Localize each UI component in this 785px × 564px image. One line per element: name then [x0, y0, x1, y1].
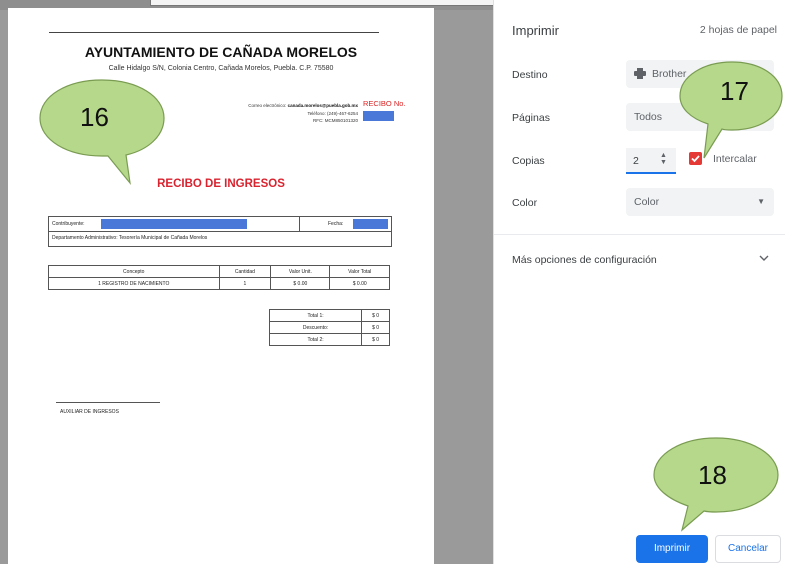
items-header-valor-total: Valor Total	[329, 265, 390, 278]
color-select[interactable]: Color ▼	[626, 188, 774, 216]
totals-label: Total 1:	[268, 309, 363, 322]
contact-phone: Teléfono: (249)-467-6254	[307, 110, 358, 116]
table-row: Total 1: $ 0	[268, 309, 390, 322]
items-cell: 1 REGISTRO DE NACIMIENTO	[48, 277, 220, 290]
table-row: Total 2: $ 0	[268, 333, 390, 346]
departamento-text: Departamento Administrativo: Tesorería M…	[52, 235, 208, 241]
document-title: AYUNTAMIENTO DE CAÑADA MORELOS	[84, 44, 358, 60]
stepper-arrows-icon[interactable]: ▲ ▼	[660, 152, 667, 166]
paginas-value: Todos	[634, 111, 663, 123]
callout-17: 17	[672, 60, 784, 160]
color-label: Color	[512, 197, 538, 209]
items-cell: $ 0.00	[270, 277, 331, 290]
fecha-redaction	[353, 219, 388, 229]
totals-value: $ 0	[361, 321, 390, 334]
print-button[interactable]: Imprimir	[636, 535, 708, 563]
sheet-count: 2 hojas de papel	[699, 24, 777, 36]
section-divider	[494, 234, 785, 235]
items-table: Concepto Cantidad Valor Unit. Valor Tota…	[48, 265, 390, 290]
items-header-valor-unit: Valor Unit.	[270, 265, 331, 278]
contribuyente-table: Contribuyente: Fecha: Departamento Admin…	[48, 216, 392, 247]
chevron-down-icon: ▼	[757, 197, 765, 206]
copies-value: 2	[633, 155, 639, 167]
copies-stepper[interactable]: 2 ▲ ▼	[626, 148, 676, 174]
contact-block: Correo electrónico: canada.morelos@puebl…	[248, 102, 358, 125]
chevron-down-icon[interactable]	[759, 254, 769, 265]
printer-icon	[634, 68, 646, 82]
signature-label: AUXILIAR DE INGRESOS	[60, 409, 119, 415]
items-cell: $ 0.00	[329, 277, 390, 290]
table-row: 1 REGISTRO DE NACIMIENTO 1 $ 0.00 $ 0.00	[48, 277, 390, 290]
callout-number: 18	[698, 460, 727, 490]
items-cell: 1	[218, 277, 272, 290]
speech-bubble-icon	[39, 79, 165, 186]
copias-label: Copias	[512, 155, 545, 167]
color-value: Color	[634, 196, 660, 208]
totals-table: Total 1: $ 0 Descuento: $ 0 Total 2: $ 0	[268, 309, 390, 346]
print-panel-title: Imprimir	[512, 23, 559, 38]
document-address: Calle Hidalgo S/N, Colonia Centro, Cañad…	[108, 65, 334, 72]
more-settings-toggle[interactable]: Más opciones de configuración	[512, 254, 657, 266]
contribuyente-label: Contribuyente:	[52, 221, 85, 227]
callout-number: 16	[80, 102, 109, 132]
totals-value: $ 0	[361, 333, 390, 346]
paginas-label: Páginas	[512, 112, 550, 124]
items-header-concepto: Concepto	[48, 265, 220, 278]
recibo-number-label: RECIBO No.	[363, 99, 406, 108]
callout-number: 17	[720, 76, 749, 106]
contact-prefix: Correo electrónico:	[248, 103, 287, 108]
speech-bubble-icon	[679, 61, 783, 159]
cancel-button[interactable]: Cancelar	[715, 535, 781, 563]
totals-label: Descuento:	[268, 321, 363, 334]
signature-line	[56, 402, 160, 403]
header-rule	[49, 32, 379, 33]
destino-label: Destino	[512, 69, 548, 81]
items-header-cantidad: Cantidad	[218, 265, 272, 278]
totals-label: Total 2:	[268, 333, 363, 346]
contribuyente-redaction	[101, 219, 247, 229]
recibo-number-redaction	[363, 111, 394, 121]
fecha-label: Fecha:	[328, 221, 344, 227]
totals-value: $ 0	[361, 309, 390, 322]
callout-16: 16	[32, 78, 172, 188]
table-row: Descuento: $ 0	[268, 321, 390, 334]
contact-email: canada.morelos@puebla.gob.mx	[287, 103, 358, 108]
contact-rfc: RFC: MCM850101320	[312, 118, 358, 123]
callout-18: 18	[646, 434, 782, 534]
